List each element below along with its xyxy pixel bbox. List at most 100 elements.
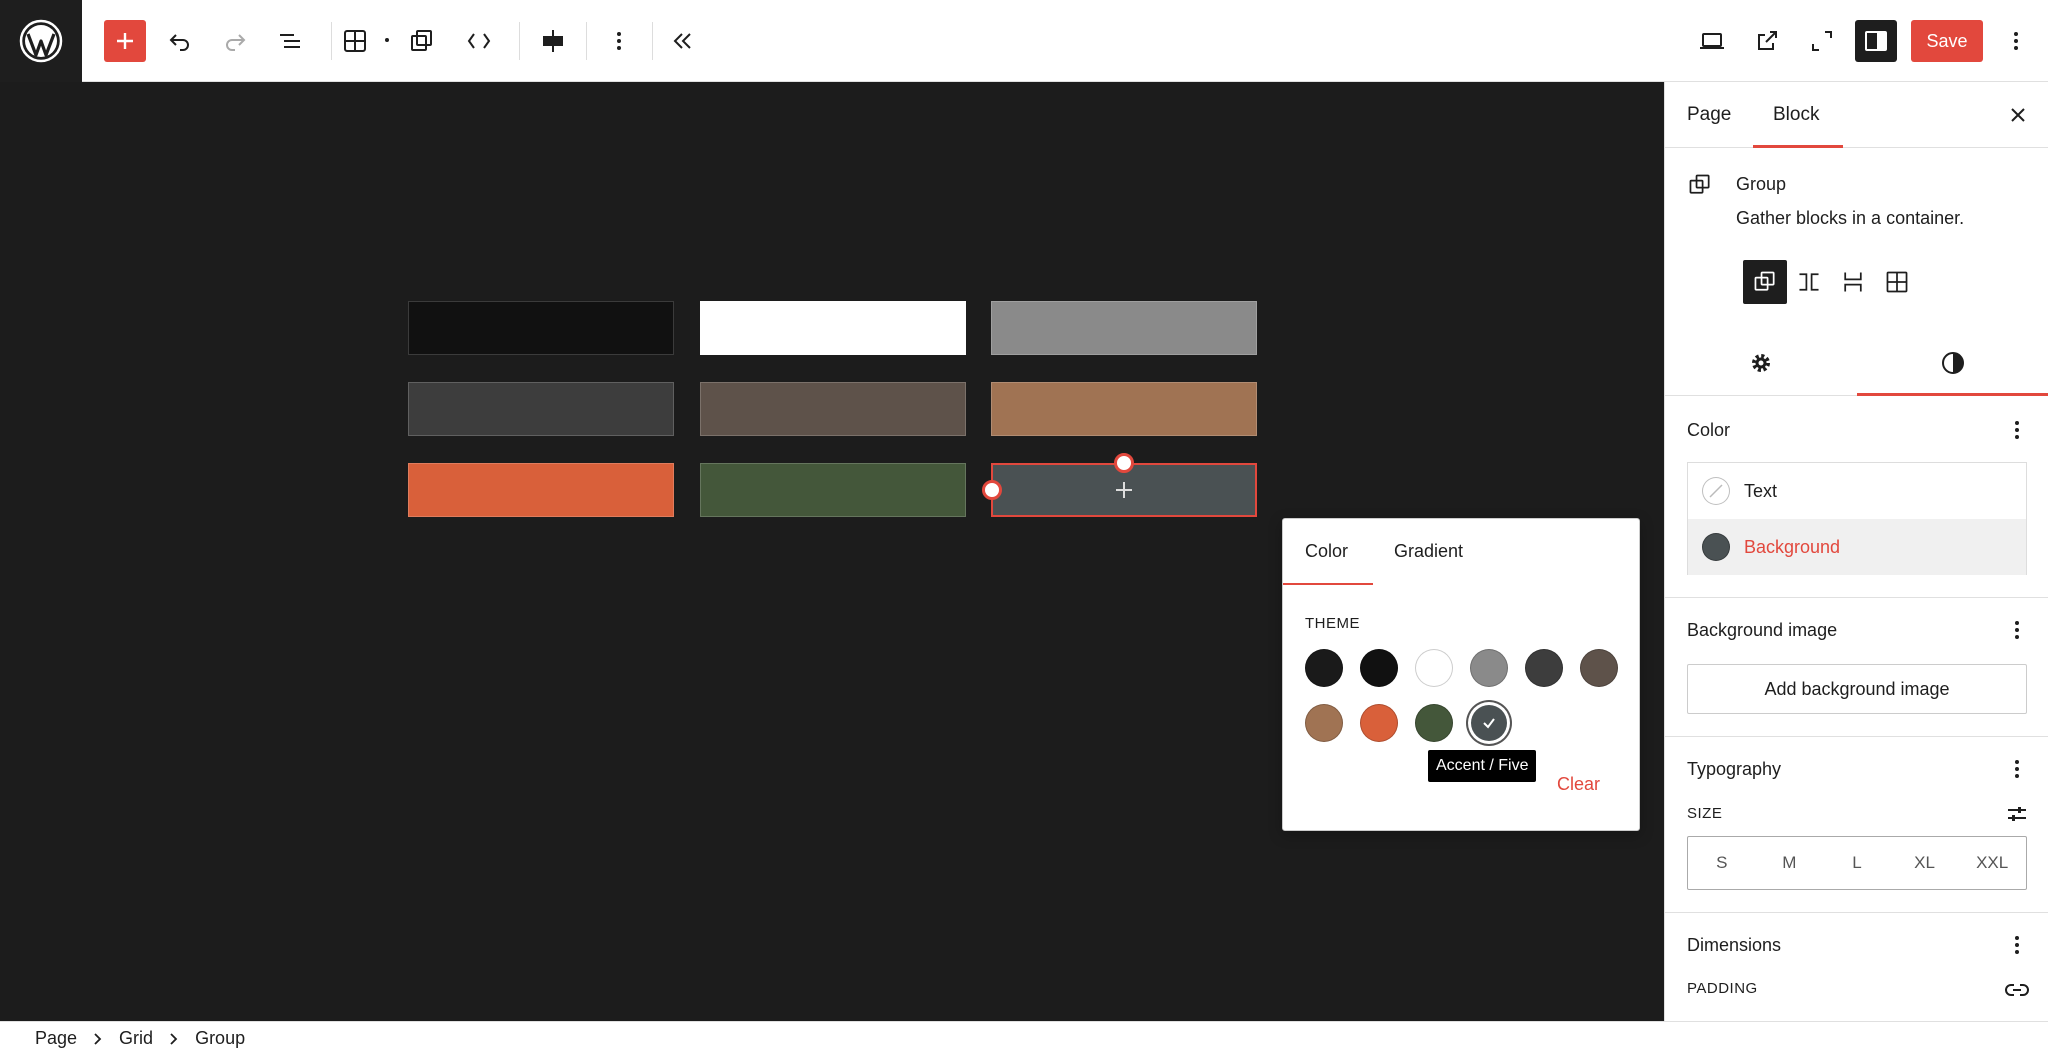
block-title: Group: [1736, 174, 1787, 194]
more-vertical-icon: [2015, 760, 2019, 778]
tab-color[interactable]: Color: [1305, 541, 1348, 562]
link-icon: [2005, 984, 2029, 996]
sidebar-tabs: Page Block: [1665, 82, 2048, 148]
tab-settings[interactable]: [1665, 330, 1857, 396]
tab-block[interactable]: Block: [1773, 104, 1819, 126]
undo-button[interactable]: [159, 20, 201, 62]
variation-row-button[interactable]: [1787, 260, 1831, 304]
typography-options-button[interactable]: [2005, 757, 2029, 781]
variation-grid-button[interactable]: [1875, 260, 1919, 304]
grid-cell[interactable]: [700, 463, 966, 517]
color-swatch[interactable]: [1525, 649, 1563, 687]
grid-cell[interactable]: [408, 301, 674, 355]
color-indicator: [1702, 533, 1730, 561]
device-preview-button[interactable]: [1691, 20, 1733, 62]
background-color-item[interactable]: Background: [1688, 519, 2026, 575]
tab-styles[interactable]: [1857, 330, 2048, 396]
clear-color-button[interactable]: Clear: [1557, 774, 1600, 795]
block-breadcrumb: Page Grid Group: [0, 1021, 2048, 1055]
chevron-left-right-icon: [467, 33, 491, 49]
wordpress-logo-icon[interactable]: [0, 0, 82, 82]
group-icon: [411, 30, 432, 51]
add-block-button[interactable]: [104, 20, 146, 62]
active-tab-indicator: [1283, 583, 1373, 585]
plus-icon: [1116, 482, 1132, 498]
grid-cell[interactable]: [991, 382, 1257, 436]
more-vertical-icon: [2015, 421, 2019, 439]
dimensions-options-button[interactable]: [2005, 933, 2029, 957]
color-swatch[interactable]: [1360, 649, 1398, 687]
dimensions-panel-title: Dimensions: [1687, 935, 1782, 955]
grid-cell[interactable]: [408, 382, 674, 436]
color-swatch[interactable]: [1305, 704, 1343, 742]
breadcrumb-item[interactable]: Grid: [119, 1028, 153, 1049]
size-option-xxl[interactable]: XXL: [1958, 837, 2026, 889]
toolbar-divider: [331, 22, 332, 60]
row-icon: [1799, 273, 1819, 291]
color-swatch[interactable]: [1580, 649, 1618, 687]
more-vertical-icon: [2014, 32, 2018, 50]
variation-stack-button[interactable]: [1831, 260, 1875, 304]
fullscreen-button[interactable]: [1801, 20, 1843, 62]
background-image-panel-title: Background image: [1687, 620, 1838, 640]
size-option-m[interactable]: M: [1756, 837, 1824, 889]
resize-handle-top[interactable]: [1114, 453, 1134, 473]
unlink-sides-button[interactable]: [2005, 978, 2029, 1002]
group-block-button[interactable]: [400, 20, 442, 62]
size-option-xl[interactable]: XL: [1891, 837, 1959, 889]
color-swatch[interactable]: [1415, 649, 1453, 687]
view-page-button[interactable]: [1746, 20, 1788, 62]
color-settings-list: Text Background: [1687, 462, 2027, 575]
variation-group-button[interactable]: [1743, 260, 1787, 304]
settings-styles-tabs: [1665, 330, 2048, 396]
custom-size-button[interactable]: [2005, 802, 2029, 826]
color-options-button[interactable]: [2005, 418, 2029, 442]
save-button[interactable]: Save: [1911, 20, 1983, 62]
stack-icon: [1844, 272, 1862, 292]
grid-cell[interactable]: [700, 382, 966, 436]
padding-label: PADDING: [1687, 980, 1758, 997]
color-panel-title: Color: [1687, 420, 1731, 440]
editor-header: Save: [0, 0, 2048, 82]
grid-block-button[interactable]: [334, 20, 376, 62]
color-swatch[interactable]: [1360, 704, 1398, 742]
justify-center-icon: [543, 30, 563, 52]
resize-handle-left[interactable]: [982, 480, 1002, 500]
options-button[interactable]: [1995, 20, 2037, 62]
color-swatch[interactable]: [1415, 704, 1453, 742]
chevron-double-left-icon: [673, 33, 691, 49]
move-block-button[interactable]: [458, 20, 500, 62]
color-swatch[interactable]: [1470, 649, 1508, 687]
active-tab-indicator: [1857, 393, 2048, 396]
font-size-label: SIZE: [1687, 805, 1723, 822]
grid-cell[interactable]: [991, 301, 1257, 355]
collapse-toolbar-button[interactable]: [662, 20, 704, 62]
redo-button[interactable]: [214, 20, 256, 62]
settings-toggle-button[interactable]: [1855, 20, 1897, 62]
editor-canvas[interactable]: Color Gradient THEME Accent / Five Clear: [0, 82, 1664, 1021]
close-sidebar-button[interactable]: [2003, 100, 2033, 130]
size-option-s[interactable]: S: [1688, 837, 1756, 889]
check-icon: [1483, 718, 1495, 729]
align-button[interactable]: [532, 20, 574, 62]
size-option-l[interactable]: L: [1823, 837, 1891, 889]
contrast-icon: [1942, 352, 1964, 374]
toolbar-divider: [652, 22, 653, 60]
tab-page[interactable]: Page: [1687, 104, 1731, 126]
no-color-indicator-icon: [1702, 477, 1730, 505]
document-overview-button[interactable]: [269, 20, 311, 62]
background-image-options-button[interactable]: [2005, 618, 2029, 642]
color-swatch[interactable]: [1471, 705, 1507, 741]
group-icon: [1754, 271, 1775, 291]
tab-gradient[interactable]: Gradient: [1394, 541, 1463, 562]
breadcrumb-item[interactable]: Group: [195, 1028, 245, 1049]
grid-cell[interactable]: [700, 301, 966, 355]
grid-cell[interactable]: [408, 463, 674, 517]
block-options-button[interactable]: [598, 20, 640, 62]
block-description: Gather blocks in a container.: [1736, 208, 1965, 228]
color-swatch[interactable]: [1305, 649, 1343, 687]
breadcrumb-item[interactable]: Page: [35, 1028, 77, 1049]
typography-panel-title: Typography: [1687, 759, 1782, 779]
text-color-item[interactable]: Text: [1688, 463, 2026, 519]
add-background-image-button[interactable]: Add background image: [1687, 664, 2027, 714]
